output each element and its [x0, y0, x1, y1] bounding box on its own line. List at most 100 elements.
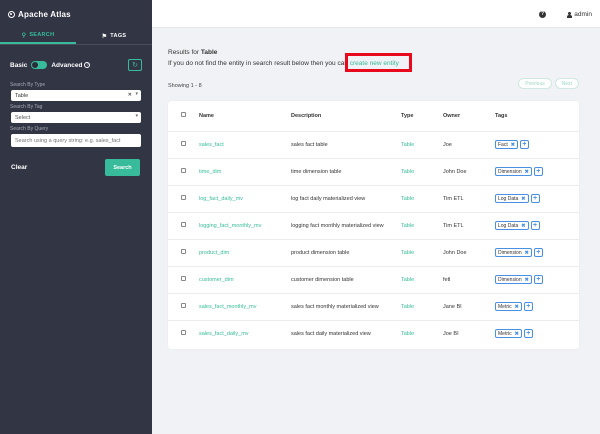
search-mode-row: Basic Advanced ? ↻ [0, 58, 152, 72]
row-checkbox[interactable] [181, 195, 186, 200]
tag-group: Log Data ✖ + [495, 221, 540, 230]
col-description[interactable]: Description [291, 101, 401, 132]
select-all-checkbox[interactable] [181, 112, 186, 118]
add-tag-button[interactable]: + [523, 302, 533, 311]
tag-label: Metric [498, 303, 512, 310]
entity-description: log fact daily materialized view [291, 195, 366, 202]
type-select-value: Table [15, 92, 29, 99]
remove-tag-icon[interactable]: ✖ [515, 304, 519, 310]
remove-tag-icon[interactable]: ✖ [511, 142, 515, 148]
main-content: Results for Table If you do not find the… [152, 28, 600, 434]
add-tag-button[interactable]: + [530, 221, 540, 230]
brand[interactable]: Apache Atlas [0, 0, 152, 28]
app-title: Apache Atlas [18, 9, 71, 19]
entity-owner: John Doe [443, 168, 467, 175]
tag-badge[interactable]: Log Data ✖ [495, 221, 529, 230]
table-header-row: Name Description Type Owner Tags [168, 101, 579, 132]
tag-badge[interactable]: Fact ✖ [495, 140, 518, 149]
previous-button[interactable]: Previous [518, 78, 552, 89]
add-tag-button[interactable]: + [533, 275, 543, 284]
row-checkbox[interactable] [181, 276, 186, 281]
table-row: log_fact_daily_mv log fact daily materia… [168, 185, 579, 213]
entity-name-link[interactable]: customer_dim [199, 277, 234, 283]
entity-type-link[interactable]: Table [401, 250, 414, 256]
tag-label: Dimension [498, 276, 522, 283]
table-row: sales_fact_daily_mv sales fact daily mat… [168, 320, 579, 347]
tab-tags[interactable]: ⚑ TAGS [76, 28, 152, 44]
entity-type-link[interactable]: Table [401, 196, 414, 202]
tag-badge[interactable]: Log Data ✖ [495, 194, 529, 203]
entity-type-link[interactable]: Table [401, 331, 414, 337]
tag-badge[interactable]: Metric ✖ [495, 302, 522, 311]
row-checkbox[interactable] [181, 168, 186, 173]
entity-owner: Tim ETL [443, 195, 464, 202]
table-row: sales_fact_monthly_mv sales fact monthly… [168, 293, 579, 321]
entity-description: time dimension table [291, 168, 342, 175]
remove-tag-icon[interactable]: ✖ [525, 250, 529, 256]
remove-tag-icon[interactable]: ✖ [515, 331, 519, 337]
highlight-box [345, 53, 412, 72]
table-row: sales_fact sales fact table Table Joe Fa… [168, 131, 579, 159]
row-checkbox[interactable] [181, 222, 186, 227]
next-button[interactable]: Next [554, 78, 579, 89]
tag-group: Metric ✖ + [495, 329, 533, 339]
entity-owner: John Doe [443, 249, 467, 256]
row-checkbox[interactable] [181, 249, 186, 254]
add-tag-button[interactable]: + [533, 167, 543, 176]
remove-tag-icon[interactable]: ✖ [521, 223, 525, 229]
entity-name-link[interactable]: log_fact_daily_mv [199, 196, 243, 202]
result-count: Showing 1 - 8 [168, 83, 202, 89]
chevron-down-icon: ▾ [135, 91, 138, 97]
col-type[interactable]: Type [401, 101, 443, 132]
query-input[interactable] [11, 134, 141, 147]
add-tag-button[interactable]: + [519, 140, 529, 149]
entity-type-link[interactable]: Table [401, 223, 414, 229]
tag-select[interactable]: Select ▾ [11, 112, 141, 123]
refresh-button[interactable]: ↻ [128, 59, 142, 71]
help-icon[interactable]: ? [84, 62, 91, 68]
clear-type-icon[interactable]: ✕ [128, 92, 132, 98]
search-mode-toggle[interactable] [31, 61, 48, 69]
entity-name-link[interactable]: product_dim [199, 250, 229, 256]
entity-type-link[interactable]: Table [401, 169, 414, 175]
add-tag-button[interactable]: + [523, 329, 533, 339]
remove-tag-icon[interactable]: ✖ [521, 196, 525, 202]
add-tag-button[interactable]: + [533, 248, 543, 257]
search-by-tag-label: Search By Tag [10, 104, 43, 110]
entity-name-link[interactable]: time_dim [199, 169, 221, 175]
tab-search[interactable]: ⚲ SEARCH [0, 28, 76, 44]
tag-badge[interactable]: Dimension ✖ [495, 248, 532, 257]
entity-owner: Jane BI [443, 303, 462, 310]
entity-owner: Joe [443, 141, 452, 148]
entity-name-link[interactable]: sales_fact_daily_mv [199, 331, 249, 337]
search-by-query-label: Search By Query [10, 126, 49, 132]
remove-tag-icon[interactable]: ✖ [525, 277, 529, 283]
remove-tag-icon[interactable]: ✖ [525, 169, 529, 175]
user-menu[interactable]: admin [567, 11, 592, 18]
entity-type-link[interactable]: Table [401, 277, 414, 283]
entity-name-link[interactable]: sales_fact [199, 142, 224, 148]
row-checkbox[interactable] [181, 303, 186, 308]
tag-label: Log Data [498, 222, 519, 229]
entity-type-link[interactable]: Table [401, 142, 414, 148]
add-tag-button[interactable]: + [530, 194, 540, 203]
entity-type-link[interactable]: Table [401, 304, 414, 310]
tag-badge[interactable]: Dimension ✖ [495, 167, 532, 176]
table-row: customer_dim customer dimension table Ta… [168, 266, 579, 294]
clear-button[interactable]: Clear [11, 164, 27, 171]
tag-badge[interactable]: Metric ✖ [495, 329, 522, 339]
search-button[interactable]: Search [105, 159, 140, 176]
row-checkbox[interactable] [181, 330, 186, 336]
tag-select-placeholder: Select [15, 114, 31, 121]
col-name[interactable]: Name [196, 101, 291, 132]
entity-name-link[interactable]: sales_fact_monthly_mv [199, 304, 256, 310]
help-icon[interactable]: ? [539, 11, 546, 18]
type-select[interactable]: Table ✕ ▾ [11, 90, 141, 101]
row-checkbox[interactable] [181, 141, 186, 146]
sidebar: Apache Atlas ⚲ SEARCH ⚑ TAGS Basic Advan… [0, 0, 152, 434]
entity-name-link[interactable]: logging_fact_monthly_mv [199, 223, 261, 229]
col-owner[interactable]: Owner [443, 101, 495, 132]
tag-badge[interactable]: Dimension ✖ [495, 275, 532, 284]
tab-search-label: SEARCH [29, 32, 55, 38]
tag-group: Metric ✖ + [495, 302, 533, 311]
